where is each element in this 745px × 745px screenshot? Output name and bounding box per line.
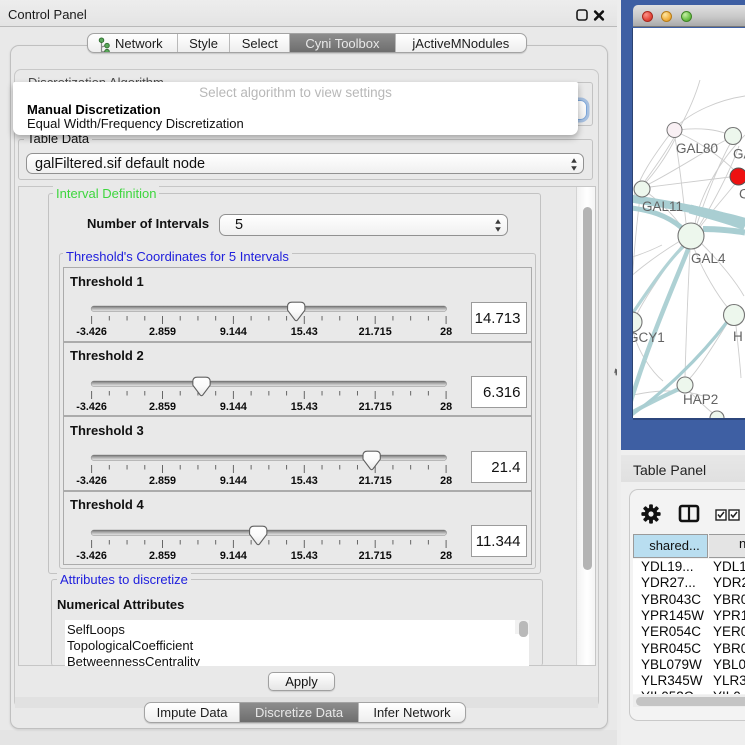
svg-text:GA: GA: [733, 147, 745, 162]
svg-text:9.144: 9.144: [220, 550, 247, 562]
svg-text:9.144: 9.144: [220, 326, 247, 338]
svg-text:GCY1: GCY1: [633, 330, 665, 345]
svg-text:H: H: [733, 329, 743, 344]
svg-text:28: 28: [440, 550, 452, 562]
svg-text:21.715: 21.715: [359, 475, 392, 487]
svg-text:-3.426: -3.426: [76, 401, 107, 413]
svg-text:2.859: 2.859: [149, 326, 176, 338]
svg-text:15.43: 15.43: [291, 326, 318, 338]
svg-text:-3.426: -3.426: [76, 475, 107, 487]
svg-text:GAL11: GAL11: [642, 199, 683, 214]
svg-text:28: 28: [440, 475, 452, 487]
svg-text:C: C: [739, 187, 745, 202]
svg-text:9.144: 9.144: [220, 401, 247, 413]
svg-text:28: 28: [440, 401, 452, 413]
svg-text:15.43: 15.43: [291, 401, 318, 413]
svg-text:2.859: 2.859: [149, 550, 176, 562]
svg-text:2.859: 2.859: [149, 401, 176, 413]
svg-text:15.43: 15.43: [291, 550, 318, 562]
svg-text:-3.426: -3.426: [76, 326, 107, 338]
svg-text:GAL80: GAL80: [676, 141, 718, 156]
svg-text:9.144: 9.144: [220, 475, 247, 487]
svg-text:28: 28: [440, 326, 452, 338]
svg-text:2.859: 2.859: [149, 475, 176, 487]
svg-text:21.715: 21.715: [359, 326, 392, 338]
svg-text:GAL4: GAL4: [691, 251, 726, 266]
svg-text:21.715: 21.715: [359, 401, 392, 413]
svg-text:-3.426: -3.426: [76, 550, 107, 562]
svg-text:HAP2: HAP2: [683, 392, 718, 407]
svg-text:21.715: 21.715: [359, 550, 392, 562]
svg-text:15.43: 15.43: [291, 475, 318, 487]
